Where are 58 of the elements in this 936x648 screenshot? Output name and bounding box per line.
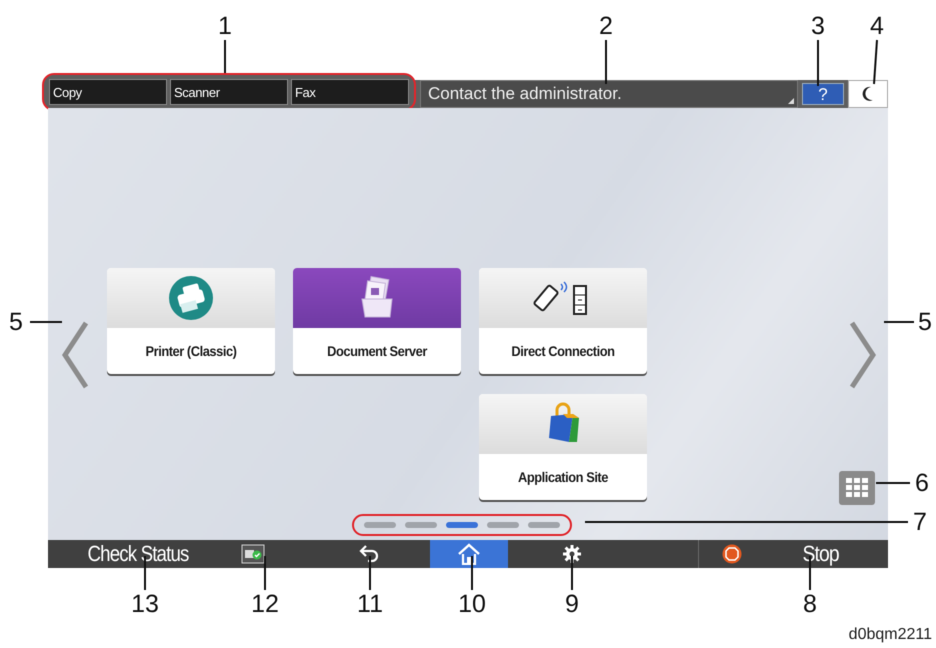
- back-arrow-icon: [358, 543, 380, 565]
- app-tile[interactable]: Document Server: [293, 268, 461, 374]
- printer-icon: [168, 275, 214, 321]
- leader-line: [471, 556, 473, 590]
- page-indicator[interactable]: [364, 522, 396, 528]
- function-tab[interactable]: Scanner: [170, 79, 288, 105]
- energy-saver-button[interactable]: [848, 80, 888, 108]
- leader-line: [369, 556, 371, 590]
- grid-icon: [845, 477, 869, 499]
- callout-number: 9: [565, 592, 579, 617]
- callout-number: 4: [870, 14, 884, 39]
- home-icon: [457, 543, 481, 565]
- app-tile[interactable]: Application Site: [479, 394, 647, 500]
- callout-number: 8: [803, 592, 817, 617]
- settings-icon: [562, 544, 582, 564]
- page-indicator[interactable]: [446, 522, 478, 528]
- app-tile[interactable]: Direct Connection: [479, 268, 647, 374]
- message-field: Contact the administrator.: [420, 80, 798, 108]
- callout-number: 13: [131, 592, 159, 617]
- callout-number: 12: [251, 592, 279, 617]
- function-tab[interactable]: Copy: [49, 79, 167, 105]
- leader-line: [817, 40, 819, 86]
- stop-label[interactable]: Stop: [802, 541, 839, 567]
- leader-line: [605, 40, 607, 84]
- leader-line: [264, 556, 266, 590]
- check-status-button[interactable]: Check Status: [62, 540, 214, 568]
- leader-line: [144, 556, 146, 590]
- callout-number: 3: [811, 14, 825, 39]
- chevron-right-icon[interactable]: [848, 320, 878, 390]
- leader-line: [30, 321, 62, 323]
- help-button[interactable]: ?: [802, 83, 844, 105]
- callout-number: 6: [915, 471, 929, 496]
- leader-line: [224, 40, 226, 73]
- callout-number: 10: [458, 592, 486, 617]
- page-indicator[interactable]: [528, 522, 560, 528]
- figure-id: d0bqm2211: [848, 626, 932, 644]
- callout-number: 1: [218, 14, 232, 39]
- callout-number: 5: [9, 310, 23, 335]
- app-tile[interactable]: Printer (Classic): [107, 268, 275, 374]
- leader-line: [809, 556, 811, 590]
- callout-number: 11: [357, 592, 383, 617]
- resize-corner-icon: [788, 98, 794, 104]
- function-tab[interactable]: Fax: [291, 79, 409, 105]
- callout-number: 5: [918, 310, 932, 335]
- callout-number: 7: [913, 510, 927, 535]
- status-icon: [241, 544, 265, 564]
- moon-icon: [862, 86, 874, 102]
- page-indicator[interactable]: [487, 522, 519, 528]
- home-button[interactable]: [430, 540, 508, 568]
- page-indicator[interactable]: [405, 522, 437, 528]
- stop-icon[interactable]: [722, 544, 742, 564]
- app-list-button[interactable]: [839, 471, 875, 505]
- leader-line: [876, 482, 910, 484]
- chevron-left-icon[interactable]: [60, 320, 90, 390]
- callout-number: 2: [599, 14, 613, 39]
- leader-line: [873, 40, 878, 84]
- leader-line: [884, 321, 914, 323]
- leader-line: [571, 556, 573, 590]
